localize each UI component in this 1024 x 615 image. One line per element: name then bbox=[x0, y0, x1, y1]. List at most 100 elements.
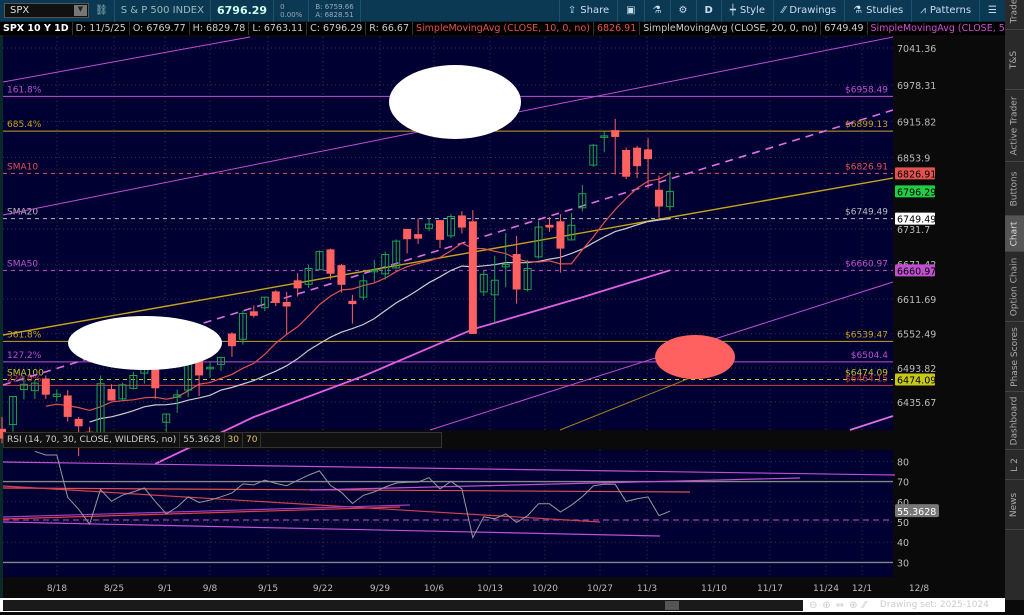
candle-body bbox=[655, 189, 663, 207]
rsi-label[interactable]: RSI (14, 70, 30, CLOSE, WILDERS, no) bbox=[4, 433, 181, 447]
candle-body bbox=[512, 254, 521, 290]
sidebar-tab-label: Option Chain bbox=[1009, 257, 1020, 316]
ask: A: 6828.51 bbox=[315, 10, 354, 19]
level-right-label: $6749.49 bbox=[845, 208, 888, 218]
sma20-label[interactable]: SimpleMovingAvg (CLOSE, 20, 0, no) bbox=[640, 22, 822, 35]
share-label: Share bbox=[580, 5, 610, 16]
sidebar-tab-l-2[interactable]: L 2 bbox=[1005, 450, 1024, 480]
sma50-label[interactable]: SimpleMovingAvg (CLOSE, 50, 0, no) bbox=[868, 22, 1024, 35]
style-label: Style bbox=[739, 5, 765, 16]
sidebar-tab-dashboard[interactable]: Dashboard bbox=[1005, 392, 1024, 450]
level-right-label: $6899.13 bbox=[845, 120, 888, 130]
rsi-value: 55.3628 bbox=[180, 433, 225, 447]
sma20-value: 6749.49 bbox=[821, 22, 868, 35]
candle-body bbox=[107, 389, 116, 401]
level-left-label: 127.2% bbox=[7, 351, 42, 361]
price-chart[interactable]: 8/18 8/25 9/1 9/8 9/15 9/22 9/29 10/6 10/13 10/20… bbox=[0, 35, 1005, 598]
settings-button[interactable]: ⚙ bbox=[669, 0, 696, 22]
sidebar-tab-option-chain[interactable]: Option Chain bbox=[1005, 252, 1024, 322]
sidebar-tab-label: Active Trader bbox=[1009, 95, 1020, 156]
x-tick-label: 11/3 bbox=[637, 584, 657, 594]
candle-body bbox=[436, 220, 444, 240]
chart-scrollbar[interactable] bbox=[3, 599, 803, 611]
sidebar-tab-label: Trade bbox=[1009, 0, 1020, 23]
info-date: D: 11/5/25 bbox=[73, 22, 130, 35]
candle-body bbox=[337, 265, 346, 285]
x-tick-label: 11/17 bbox=[757, 584, 783, 594]
rsi-tick-label: 70 bbox=[897, 478, 909, 489]
sidebar-tab-trade[interactable]: Trade bbox=[1005, 0, 1024, 30]
flask-icon: ⚗ bbox=[652, 5, 662, 16]
x-tick-label: 12/1 bbox=[852, 584, 872, 594]
candle-body bbox=[611, 130, 620, 137]
rsi-value-badge-label: 55.3628 bbox=[897, 507, 936, 518]
crosshair-icon[interactable]: ⊕ bbox=[849, 600, 857, 611]
x-tick-label: 9/1 bbox=[158, 584, 172, 594]
symbol-dropdown-icon[interactable]: ▼ bbox=[74, 5, 87, 16]
rsi-high: 70 bbox=[243, 433, 262, 447]
candle-body bbox=[348, 300, 357, 305]
rsi-tick-label: 40 bbox=[897, 538, 909, 549]
level-left-label: SMA10 bbox=[7, 162, 38, 172]
sidebar-tab-label: L 2 bbox=[1009, 457, 1020, 472]
candle-body bbox=[468, 221, 477, 334]
info-low: L: 6763.11 bbox=[249, 22, 308, 35]
symbol-input[interactable]: SPX ▼ bbox=[4, 3, 89, 18]
rsi-tick-label: 80 bbox=[897, 457, 909, 468]
candle-body bbox=[457, 215, 466, 228]
drawing-icon[interactable]: ⁄⁄ bbox=[863, 600, 866, 611]
price-badge-label: 6749.49 bbox=[897, 215, 936, 226]
share-icon: ⇪ bbox=[567, 5, 577, 16]
candle-body bbox=[271, 291, 280, 303]
menu-button[interactable]: ☰ bbox=[979, 0, 1005, 22]
drawings-label: Drawings bbox=[789, 5, 837, 16]
x-tick-label: 12/8 bbox=[909, 584, 929, 594]
zoom-out-icon[interactable]: ⊖ bbox=[809, 600, 817, 611]
candle-body bbox=[63, 395, 72, 417]
last-price-badge-label: 6796.29 bbox=[897, 187, 936, 198]
sidebar-tab-t-s[interactable]: T&S bbox=[1005, 30, 1024, 90]
sidebar-tab-label: Phase Scores bbox=[1009, 326, 1020, 387]
drawing-set[interactable]: Drawing set: 2025-1024 bbox=[880, 600, 989, 610]
patterns-icon: ⩘ bbox=[920, 5, 926, 16]
menu-icon: ☰ bbox=[988, 5, 997, 16]
candle-body bbox=[633, 147, 642, 167]
flask-button[interactable]: ⚗ bbox=[643, 0, 670, 22]
info-range: R: 66.67 bbox=[366, 22, 413, 35]
sidebar-tab-label: News bbox=[1009, 492, 1020, 517]
sidebar-tab-chart[interactable]: Chart bbox=[1005, 216, 1024, 252]
price-tick-label: 6978.31 bbox=[897, 81, 936, 92]
sidebar-tab-buttons[interactable]: Buttons bbox=[1005, 162, 1024, 216]
drawings-button[interactable]: ⁄⁄ Drawings bbox=[772, 0, 844, 22]
sidebar-tab-label: T&S bbox=[1009, 50, 1020, 69]
x-tick-label: 10/6 bbox=[424, 584, 444, 594]
period-button[interactable]: D bbox=[695, 0, 721, 22]
sidebar-tab-phase-scores[interactable]: Phase Scores bbox=[1005, 322, 1024, 392]
scroll-thumb[interactable] bbox=[665, 600, 679, 610]
alert-button[interactable]: ▣ bbox=[617, 0, 643, 22]
level-left-label: 161.8% bbox=[7, 85, 42, 95]
link-icon[interactable]: ⛓ bbox=[89, 0, 115, 22]
x-tick-label: 11/10 bbox=[701, 584, 727, 594]
bottom-bar: ⊖ ⊕ ⇔ ⊕ ⁄⁄ Drawing set: 2025-1024 bbox=[0, 598, 1005, 612]
zoom-in-icon[interactable]: ⊕ bbox=[822, 600, 830, 611]
candle-body bbox=[41, 378, 50, 395]
rsi-header: RSI (14, 70, 30, CLOSE, WILDERS, no) 55.… bbox=[3, 432, 443, 448]
style-button[interactable]: ┿ Style bbox=[720, 0, 773, 22]
x-tick-label: 10/27 bbox=[587, 584, 613, 594]
patterns-button[interactable]: ⩘ Patterns bbox=[911, 0, 979, 22]
studies-button[interactable]: ⚗ Studies bbox=[844, 0, 911, 22]
pan-icon[interactable]: ⇔ bbox=[836, 600, 844, 611]
candle-body bbox=[282, 301, 291, 307]
sma10-label[interactable]: SimpleMovingAvg (CLOSE, 10, 0, no) bbox=[413, 22, 594, 35]
candle-body bbox=[151, 367, 160, 389]
level-right-label: $6504.4 bbox=[851, 351, 888, 361]
sidebar-tab-active-trader[interactable]: Active Trader bbox=[1005, 90, 1024, 162]
sidebar-tab-news[interactable]: News bbox=[1005, 480, 1024, 530]
x-tick-label: 8/25 bbox=[104, 584, 124, 594]
price-tick-label: 6611.69 bbox=[897, 295, 936, 306]
candle-body bbox=[414, 234, 423, 239]
share-button[interactable]: ⇪ Share bbox=[558, 0, 617, 22]
price-badge-label: 6474.09 bbox=[897, 376, 936, 387]
flask-icon: ⚗ bbox=[853, 5, 863, 16]
